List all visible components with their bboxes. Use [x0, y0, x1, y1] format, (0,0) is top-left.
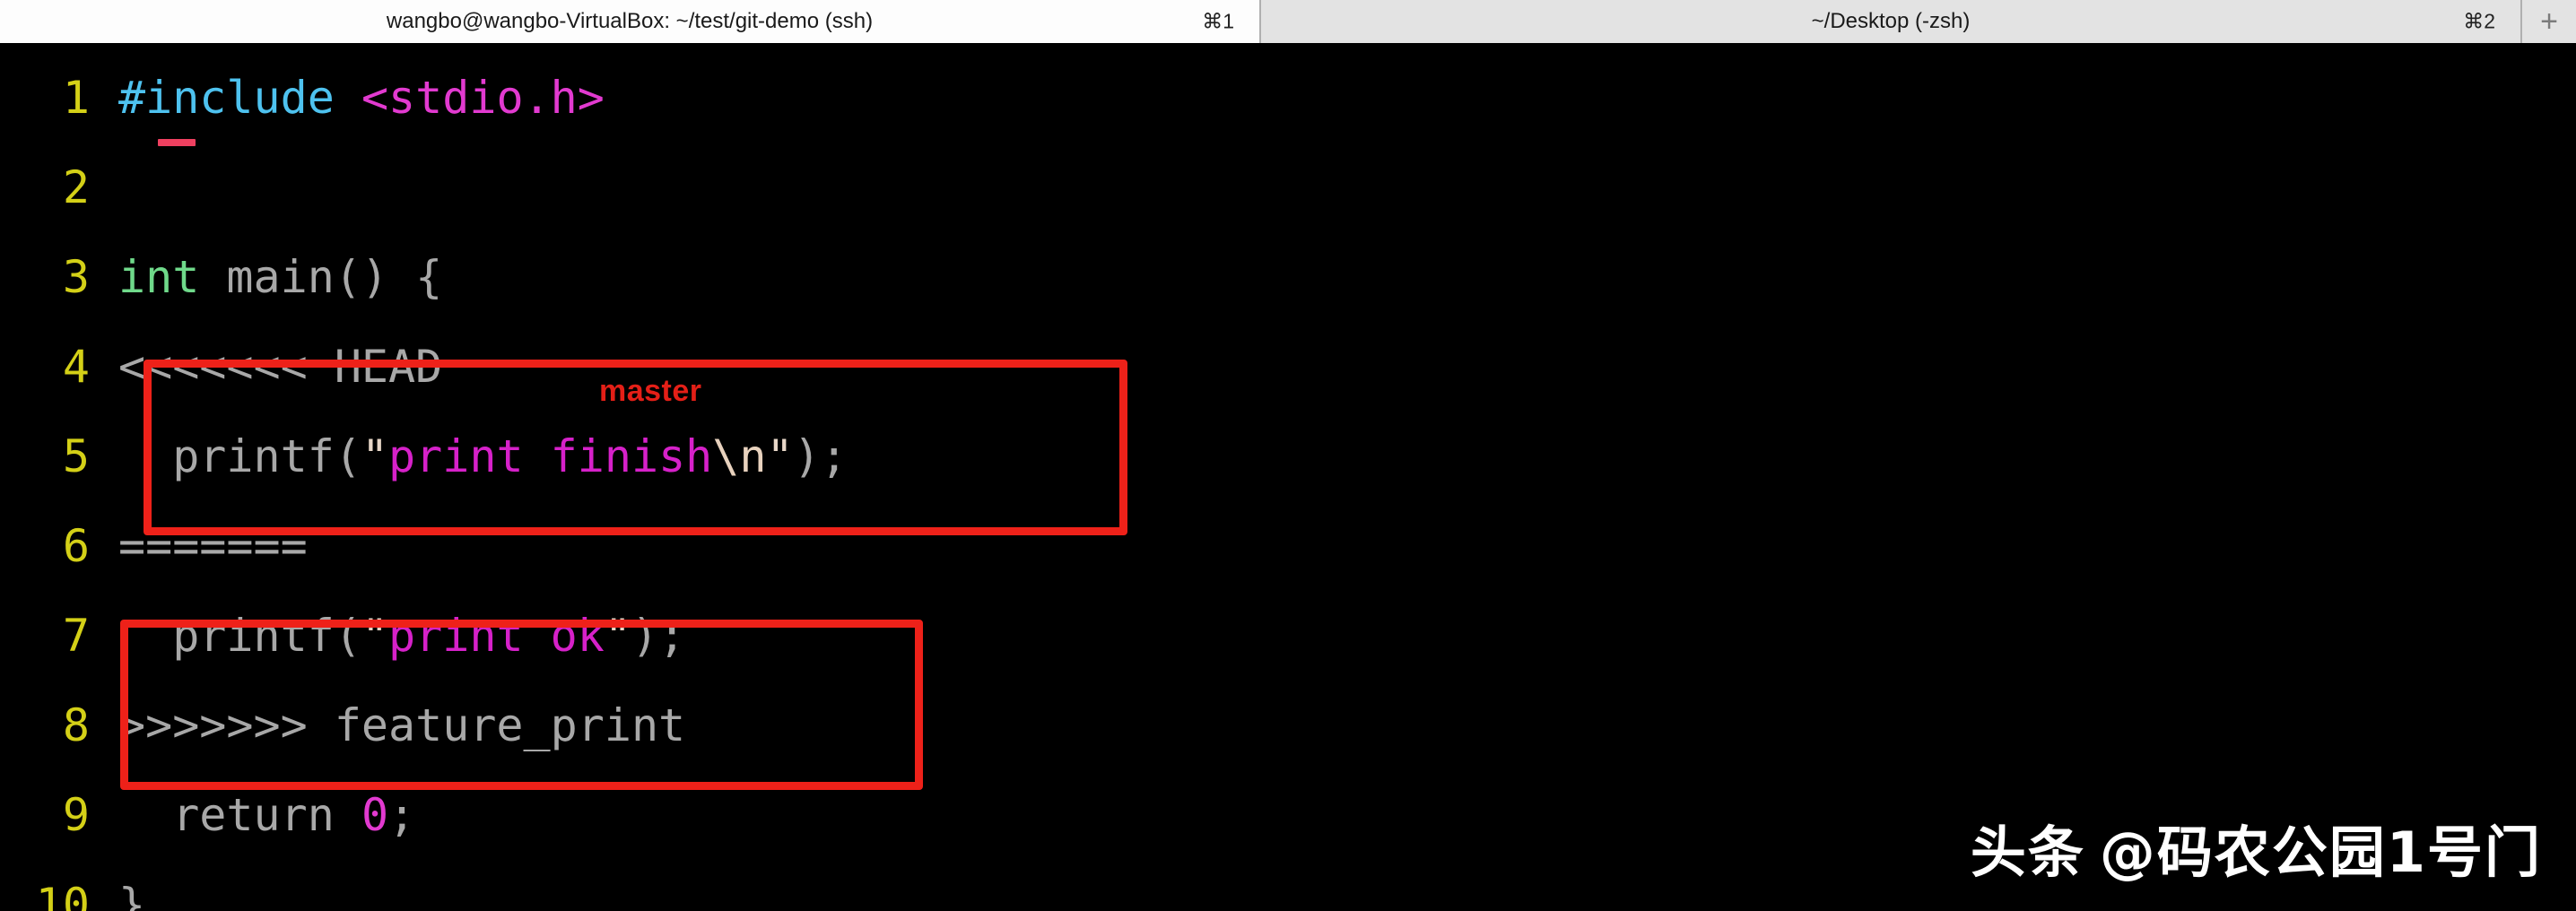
line-content: <<<<<<< HEAD [118, 322, 2576, 412]
terminal-tab-2[interactable]: ~/Desktop (-zsh) ⌘2 [1261, 0, 2522, 43]
token-conflict-marker-branch: >>>>>>> feature_print [118, 699, 686, 751]
token-preprocessor: #include [118, 72, 335, 124]
line-number: 5 [62, 430, 90, 482]
token-escape-newline: \n [712, 430, 767, 482]
terminal-tab-1[interactable]: wangbo@wangbo-VirtualBox: ~/test/git-dem… [0, 0, 1261, 43]
token-type-int: int [118, 251, 200, 303]
line-number: 10 [35, 879, 90, 911]
token-main-signature: main() { [199, 251, 443, 303]
code-line: 4 <<<<<<< HEAD [0, 322, 2576, 412]
token-printf-call: printf( [118, 430, 361, 482]
line-number: 9 [62, 789, 90, 841]
token-string-literal: print finish [388, 430, 713, 482]
token-statement-end: ); [793, 430, 848, 482]
token-number-zero: 0 [361, 789, 389, 841]
line-number: 8 [62, 699, 90, 751]
token-return-keyword: return [118, 789, 361, 841]
code-line: 2 [0, 143, 2576, 232]
line-number: 7 [62, 610, 90, 662]
line-content: printf("print ok"); [118, 591, 2576, 681]
terminal-tab-2-shortcut: ⌘2 [2463, 9, 2495, 33]
line-content: int main() { [118, 232, 2576, 322]
line-number: 4 [62, 341, 90, 393]
token-printf-call: printf( [118, 610, 361, 662]
line-number: 1 [62, 72, 90, 124]
token-header-include: <stdio.h> [361, 72, 605, 124]
terminal-tab-1-title: wangbo@wangbo-VirtualBox: ~/test/git-dem… [386, 9, 874, 33]
token-quote-open: " [361, 610, 389, 662]
line-number: 2 [62, 161, 90, 213]
new-tab-button[interactable]: + [2522, 0, 2576, 43]
code-line: 8 >>>>>>> feature_print [0, 681, 2576, 770]
annotation-label-master: master [599, 374, 702, 408]
token-quote-close: " [766, 430, 794, 482]
code-view: 1 #include <stdio.h> 2 3 int main() { 4 … [0, 46, 2576, 911]
token-quote-close: " [604, 610, 631, 662]
line-content: #include <stdio.h> [118, 53, 2576, 143]
watermark-text: @码农公园1号门 [2099, 820, 2542, 885]
code-line: 6 ======= [0, 501, 2576, 591]
token-statement-end: ); [631, 610, 686, 662]
terminal-tab-2-title: ~/Desktop (-zsh) [1811, 9, 1971, 33]
code-line: 1 #include <stdio.h> [0, 53, 2576, 143]
terminal-tab-1-shortcut: ⌘1 [1202, 9, 1234, 33]
cursor-underline-indicator [158, 139, 196, 146]
plus-icon: + [2540, 4, 2558, 39]
terminal-body[interactable]: 1 #include <stdio.h> 2 3 int main() { 4 … [0, 46, 2576, 911]
code-line: 5 printf("print finish\n"); [0, 412, 2576, 501]
line-number: 6 [62, 520, 90, 572]
line-content: printf("print finish\n"); [118, 412, 2576, 501]
token-quote-open: " [361, 430, 389, 482]
line-content: ======= [118, 501, 2576, 591]
watermark-logo: 头条 [1970, 820, 2085, 885]
token-statement-end: ; [388, 789, 416, 841]
code-line: 3 int main() { [0, 232, 2576, 322]
line-content: >>>>>>> feature_print [118, 681, 2576, 770]
token-string-literal: print ok [388, 610, 605, 662]
code-line: 7 printf("print ok"); [0, 591, 2576, 681]
window-titlebar: wangbo@wangbo-VirtualBox: ~/test/git-dem… [0, 0, 2576, 43]
watermark: 头条 @码农公园1号门 [1971, 807, 2542, 888]
token-conflict-marker-separator: ======= [118, 520, 308, 572]
token-closing-brace: } [118, 879, 146, 911]
token-conflict-marker-head: <<<<<<< HEAD [118, 341, 443, 393]
line-number: 3 [62, 251, 90, 303]
